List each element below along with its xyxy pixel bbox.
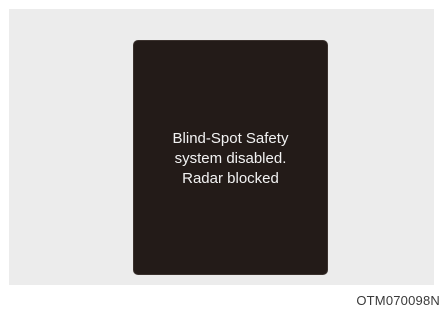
warning-message: Blind-Spot Safety system disabled. Radar… [172, 129, 289, 187]
figure-code: OTM070098N [356, 293, 440, 308]
cluster-display-screen: Blind-Spot Safety system disabled. Radar… [133, 40, 328, 275]
